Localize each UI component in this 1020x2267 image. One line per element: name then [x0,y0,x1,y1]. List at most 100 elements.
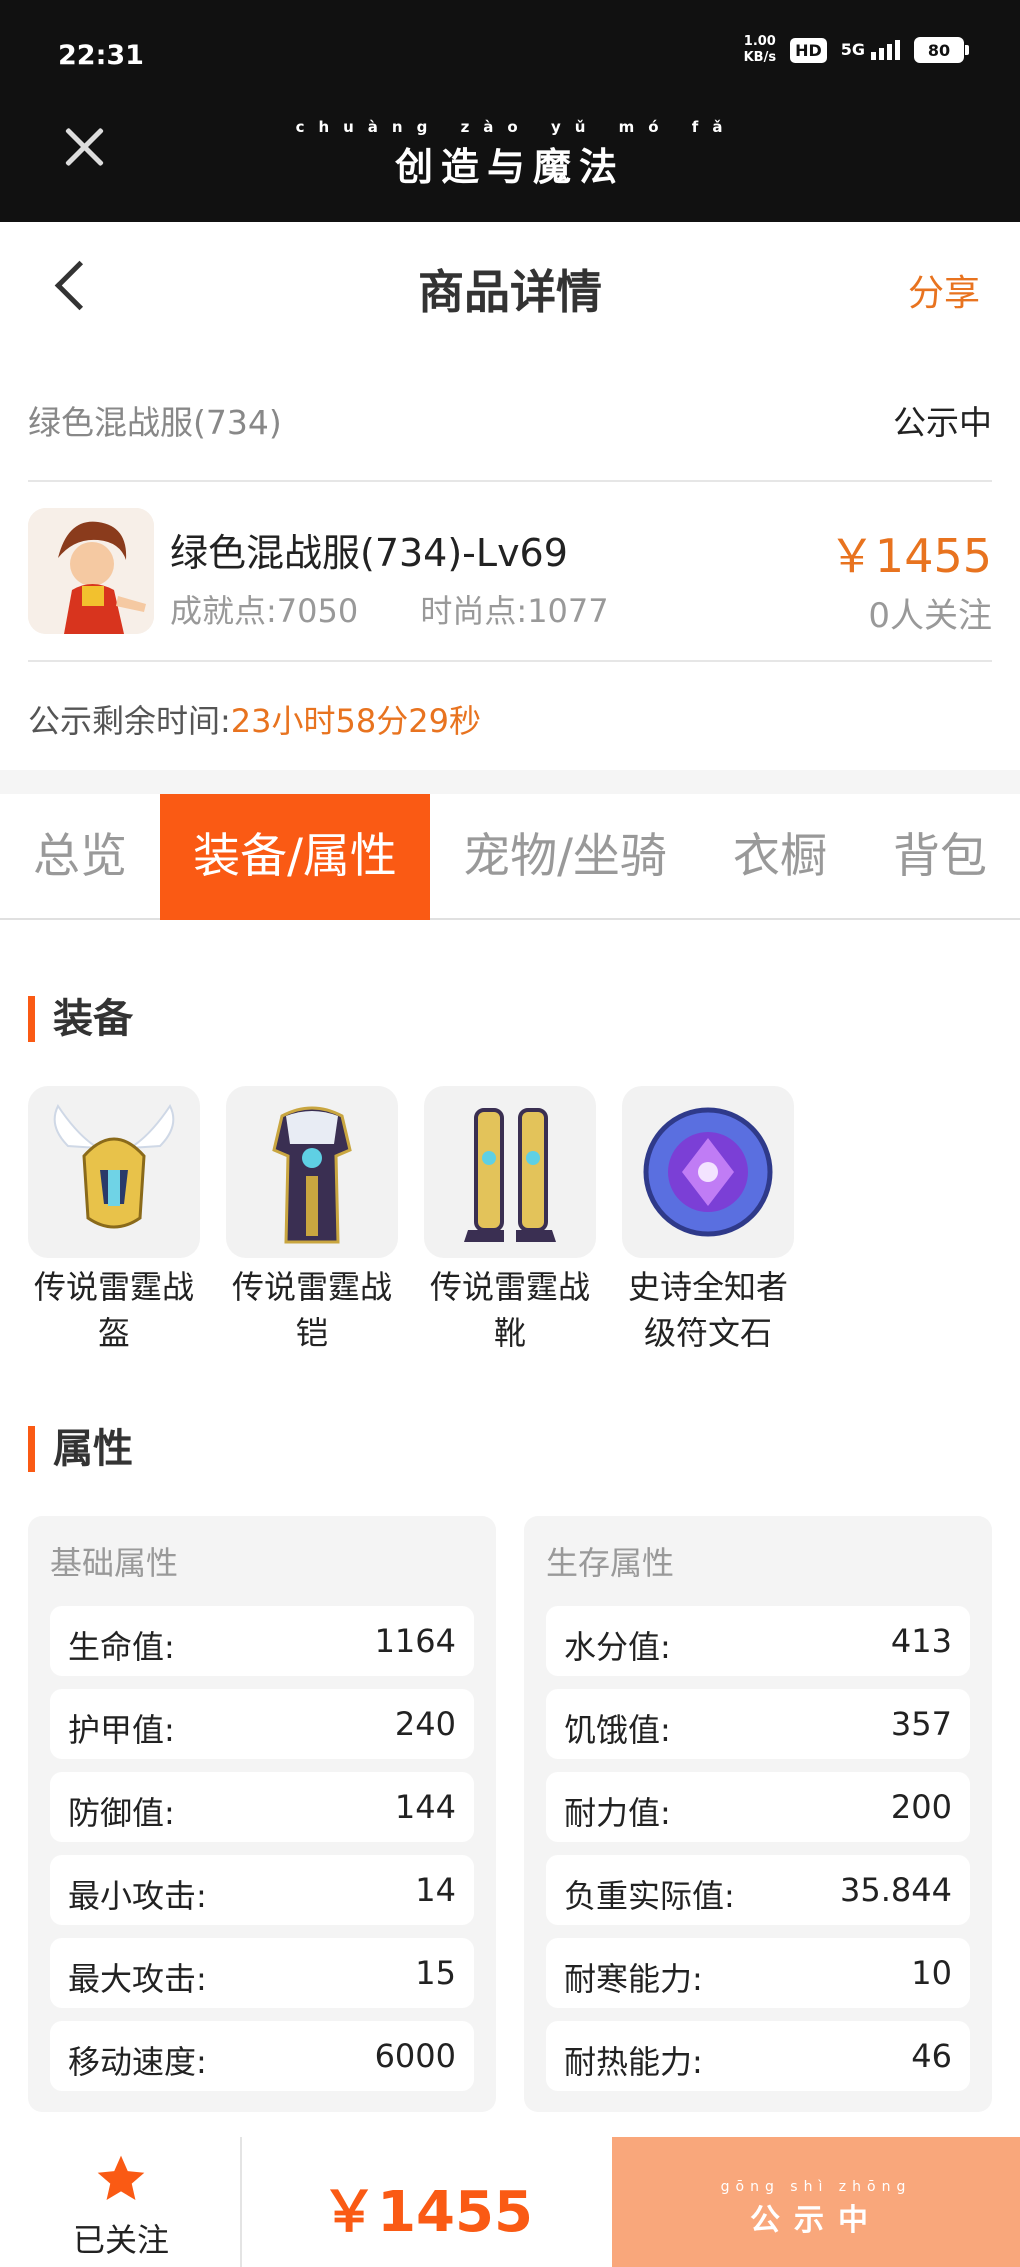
attribute-value: 1164 [374,1622,456,1660]
product-meta: 成就点:7050 时尚点:1077 [170,586,661,632]
equipment-item[interactable]: 传说雷霆战 靴 [424,1086,596,1356]
attribute-row: 防御值: 144 [50,1772,474,1842]
attribute-key: 饥饿值: [564,1711,671,1749]
card-title: 基础属性 [50,1544,179,1582]
equipment-name-line: 靴 [493,1314,526,1352]
card-title: 生存属性 [546,1544,675,1582]
bottom-price: ￥1455 [321,2180,533,2245]
equipment-name: 史诗全知者 级符文石 [622,1264,794,1356]
equipment-name-line: 盔 [97,1314,130,1352]
equipment-name-line: 传说雷霆战 [231,1268,392,1306]
achievement-points: 成就点:7050 [170,592,359,630]
equipment-item[interactable]: 传说雷霆战 铠 [226,1086,398,1356]
attribute-row: 最大攻击: 15 [50,1938,474,2008]
tab-pets-mounts[interactable]: 宠物/坐骑 [430,794,700,920]
attribute-key: 最小攻击: [68,1877,207,1915]
attribute-value: 14 [415,1871,456,1909]
equipment-name-line: 铠 [295,1314,328,1352]
equipment-name-line: 史诗全知者 [627,1268,788,1306]
survival-attributes-card: 生存属性 水分值: 413 饥饿值: 357 耐力值: 200 负重实际值: 35.84… [524,1516,992,2112]
attribute-key: 防御值: [68,1794,175,1832]
equipment-name-line: 传说雷霆战 [429,1268,590,1306]
tab-equipment-attributes[interactable]: 装备/属性 [160,794,430,920]
boots-icon [424,1086,596,1258]
equipment-name: 传说雷霆战 靴 [424,1264,596,1356]
bottom-bar: 已关注 ￥1455 gōng shì zhōng 公示中 [0,2137,1020,2267]
follow-button[interactable]: 已关注 [0,2137,242,2267]
attribute-row: 生命值: 1164 [50,1606,474,1676]
equipment-name-line: 级符文石 [643,1314,772,1352]
follow-label: 已关注 [72,2221,169,2259]
network-type: 5G [840,40,865,59]
app-title-text: 创造与魔法 [394,144,625,189]
tab-bar: 总览 装备/属性 宠物/坐骑 衣橱 背包 [0,794,1020,920]
attribute-value: 357 [890,1705,952,1743]
network-speed: 1.00 KB/s [744,34,776,66]
star-icon [97,2155,145,2200]
attribute-key: 移动速度: [68,2043,207,2081]
product-status: 公示中 [893,403,992,442]
top-bar: 22:31 1.00 KB/s HD 5G 80 chuàng zào yǔ m… [0,0,1020,222]
attribute-row: 最小攻击: 14 [50,1855,474,1925]
tab-backpack[interactable]: 背包 [860,794,1020,920]
tab-wardrobe[interactable]: 衣橱 [700,794,860,920]
basic-attributes-card: 基础属性 生命值: 1164 护甲值: 240 防御值: 144 最小攻击: 14 最大… [28,1516,496,2112]
share-button[interactable]: 分享 [908,264,980,316]
attribute-key: 耐热能力: [564,2043,703,2081]
attribute-value: 144 [394,1788,456,1826]
attribute-key: 水分值: [564,1628,671,1666]
attribute-key: 生命值: [68,1628,175,1666]
status-button[interactable]: gōng shì zhōng 公示中 [612,2137,1020,2267]
attribute-row: 耐寒能力: 10 [546,1938,970,2008]
product-full-name: 绿色混战服(734)-Lv69 [170,531,568,575]
follower-count: 0人关注 [868,596,992,636]
attribute-value: 35.844 [840,1871,952,1909]
attribute-row: 耐热能力: 46 [546,2021,970,2091]
status-pinyin: gōng shì zhōng [720,2179,912,2195]
product-summary[interactable]: 绿色混战服(734)-Lv69 成就点:7050 时尚点:1077 ￥1455 … [28,484,992,662]
divider [0,770,1020,794]
helmet-icon [28,1086,200,1258]
attribute-row: 耐力值: 200 [546,1772,970,1842]
attribute-row: 饥饿值: 357 [546,1689,970,1759]
signal-icon: 5G [841,40,900,60]
character-avatar [28,508,154,634]
countdown-value: 23小时58分29秒 [230,702,481,740]
app-title: chuàng zào yǔ mó fǎ 创造与魔法 [0,118,1020,191]
attribute-value: 10 [911,1954,952,1992]
attribute-value: 15 [415,1954,456,1992]
status-icons: 1.00 KB/s HD 5G 80 [744,34,969,66]
app-title-pinyin: chuàng zào yǔ mó fǎ [295,118,737,136]
attribute-row: 水分值: 413 [546,1606,970,1676]
attribute-key: 负重实际值: [564,1877,735,1915]
page-header: 商品详情 分享 [0,222,1020,352]
fashion-points: 时尚点:1077 [420,592,609,630]
speed-unit: KB/s [743,50,777,65]
status-label: 公示中 [750,2203,882,2238]
attribute-key: 耐力值: [564,1794,671,1832]
attribute-value: 240 [394,1705,456,1743]
tab-overview[interactable]: 总览 [0,794,160,920]
countdown-label: 公示剩余时间: [28,702,231,740]
equipment-name: 传说雷霆战 铠 [226,1264,398,1356]
attribute-value: 46 [911,2037,952,2075]
attribute-row: 护甲值: 240 [50,1689,474,1759]
equipment-name: 传说雷霆战 盔 [28,1264,200,1356]
equipment-section-title: 装备 [28,996,133,1042]
equipment-item[interactable]: 传说雷霆战 盔 [28,1086,200,1356]
battery-icon: 80 [914,37,969,63]
attribute-row: 负重实际值: 35.844 [546,1855,970,1925]
attribute-row: 移动速度: 6000 [50,2021,474,2091]
attribute-key: 耐寒能力: [564,1960,703,1998]
attribute-value: 200 [890,1788,952,1826]
attribute-key: 最大攻击: [68,1960,207,1998]
product-price: ￥1455 [828,529,992,583]
hd-icon: HD [790,37,827,63]
attributes-section-title: 属性 [28,1426,133,1472]
attribute-key: 护甲值: [68,1711,175,1749]
countdown: 公示剩余时间:23小时58分29秒 [28,696,481,742]
equipment-item[interactable]: 史诗全知者 级符文石 [622,1086,794,1356]
status-time: 22:31 [58,40,144,71]
product-short-name: 绿色混战服(734) [28,403,282,442]
armor-icon [226,1086,398,1258]
